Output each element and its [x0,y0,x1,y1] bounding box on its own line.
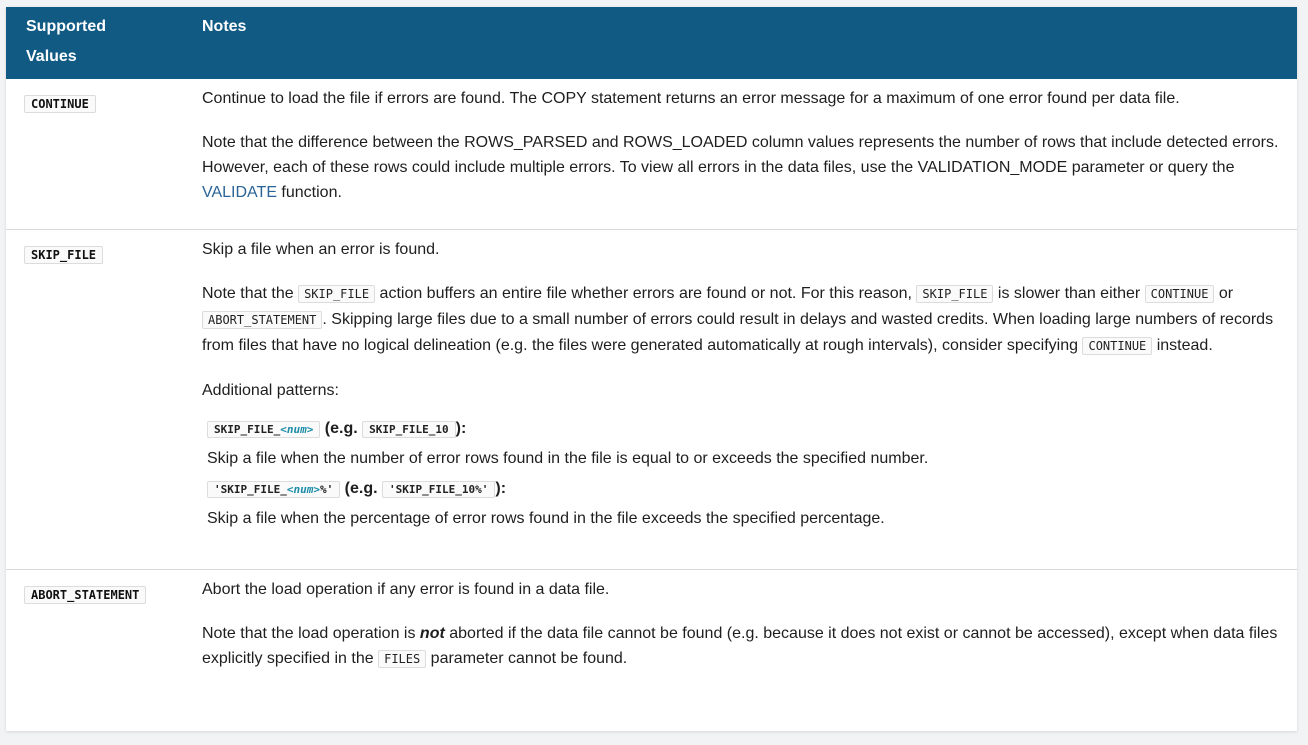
code-skip-file-num-percent: 'SKIP_FILE_<num>%' [207,480,341,498]
continue-note: Note that the difference between the ROW… [202,134,1279,201]
header-supported-values: Supported Values [26,18,106,65]
skip-file-note: Note that the SKIP_FILE action buffers a… [202,284,1274,355]
code-abort-statement: ABORT_STATEMENT [202,310,323,329]
table-row-abort-statement: ABORT_STATEMENT Abort the load operation… [6,569,1297,691]
code-skip-file: SKIP_FILE [916,284,994,303]
value-continue: CONTINUE [24,95,96,113]
continue-description: Continue to load the file if errors are … [202,90,1180,107]
code-skip-file: SKIP_FILE [298,284,376,303]
validate-link[interactable]: VALIDATE [202,184,277,201]
notes-cell: Abort the load operation if any error is… [202,569,1297,691]
value-cell: ABORT_STATEMENT [6,569,202,691]
pattern-term-num: SKIP_FILE_<num> (e.g. SKIP_FILE_10): [207,417,1283,442]
code-skip-file-10: SKIP_FILE_10 [362,420,456,438]
code-skip-file-num: SKIP_FILE_<num> [207,420,321,438]
abort-note: Note that the load operation is not abor… [202,624,1278,668]
value-cell: CONTINUE [6,79,202,229]
patterns-list: SKIP_FILE_<num> (e.g. SKIP_FILE_10): Ski… [202,417,1283,531]
value-skip-file: SKIP_FILE [24,245,104,264]
value-cell: SKIP_FILE [6,229,202,569]
abort-description: Abort the load operation if any error is… [202,580,610,598]
table-row-continue: CONTINUE Continue to load the file if er… [6,79,1297,229]
code-files: FILES [378,649,427,668]
table-row-skip-file: SKIP_FILE Skip a file when an error is f… [6,229,1297,569]
skip-file-description: Skip a file when an error is found. [202,240,440,258]
pattern-desc-num: Skip a file when the number of error row… [207,449,929,467]
code-continue: CONTINUE [1144,284,1215,303]
options-table: Supported Values Notes CONTINUE Continue … [6,7,1297,731]
emphasis-not: not [419,624,445,642]
pattern-desc-percent: Skip a file when the percentage of error… [207,509,885,527]
code-continue: CONTINUE [1082,336,1153,355]
additional-patterns-label: Additional patterns: [202,381,339,399]
supported-values-table: Supported Values Notes CONTINUE Continue … [6,7,1297,691]
notes-cell: Continue to load the file if errors are … [202,79,1297,229]
value-abort-statement: ABORT_STATEMENT [24,585,147,604]
table-header-row: Supported Values Notes [6,7,1297,79]
notes-cell: Skip a file when an error is found. Note… [202,229,1297,569]
code-skip-file-10-percent: 'SKIP_FILE_10%' [382,480,496,498]
header-notes: Notes [202,18,247,35]
pattern-term-percent: 'SKIP_FILE_<num>%' (e.g. 'SKIP_FILE_10%'… [207,477,1283,502]
